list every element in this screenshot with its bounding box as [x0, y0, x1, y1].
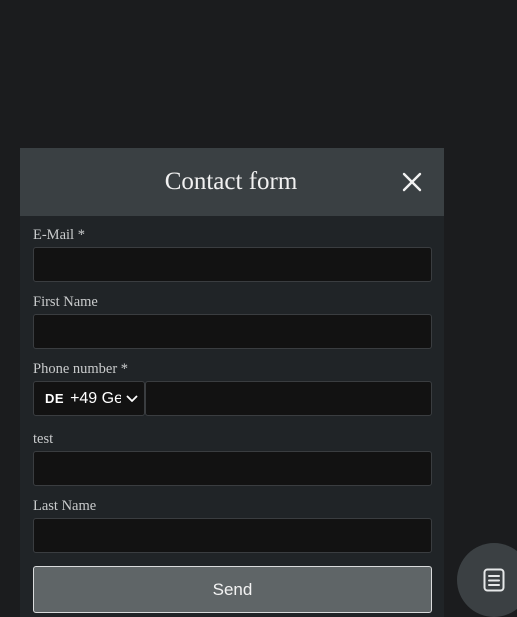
close-icon [402, 172, 422, 192]
test-field-group: test [33, 430, 432, 486]
dialog-title: Contact form [164, 168, 298, 195]
test-label: test [33, 431, 54, 447]
email-input[interactable] [33, 247, 432, 282]
close-button[interactable] [400, 170, 424, 194]
last-name-label: Last Name [33, 498, 97, 514]
contact-form-dialog: Contact form E-Mail * First Name Phone n… [20, 148, 444, 617]
first-name-input[interactable] [33, 314, 432, 349]
country-code-value: +49 Germany [70, 389, 121, 407]
phone-label: Phone number * [33, 361, 129, 377]
chevron-down-icon [126, 395, 138, 402]
phone-row: DE +49 Germany [33, 381, 432, 416]
phone-number-input[interactable] [145, 381, 432, 416]
first-name-field-group: First Name [33, 293, 432, 349]
email-field-group: E-Mail * [33, 226, 432, 282]
email-label: E-Mail * [33, 227, 85, 243]
form-icon [483, 568, 505, 592]
phone-field-group: Phone number * DE +49 Germany [33, 360, 432, 416]
first-name-label: First Name [33, 294, 98, 310]
country-code-select[interactable]: DE +49 Germany [33, 381, 145, 416]
last-name-input[interactable] [33, 518, 432, 553]
contact-form: E-Mail * First Name Phone number * DE +4… [33, 226, 432, 613]
send-button[interactable]: Send [33, 566, 432, 613]
test-input[interactable] [33, 451, 432, 486]
last-name-field-group: Last Name [33, 497, 432, 553]
dialog-header: Contact form [20, 148, 444, 216]
form-toggle-button[interactable] [457, 543, 517, 617]
country-flag: DE [45, 391, 65, 406]
